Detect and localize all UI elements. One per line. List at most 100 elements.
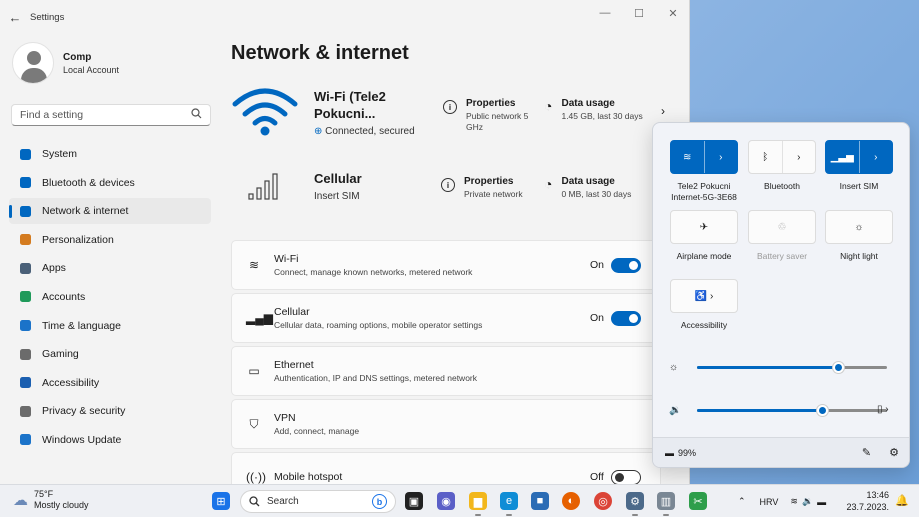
wifi-toggle[interactable] [611, 257, 641, 273]
bing-icon[interactable]: b [372, 494, 387, 509]
bluetooth-quick-tile[interactable]: ᛒ › [748, 140, 816, 174]
wifi-data-usage[interactable]: ◔ Data usage 1.45 GB, last 30 days [544, 98, 643, 122]
clock[interactable]: 13:46 23.7.2023. [846, 489, 889, 513]
task-view-icon[interactable]: ▣ [405, 492, 423, 510]
chevron-up-icon[interactable]: ⌃ [738, 496, 746, 507]
bluetooth-icon [18, 176, 32, 190]
temperature: 75°F [34, 489, 54, 499]
volume-tray-icon[interactable]: 🔉 [802, 496, 813, 507]
wifi-quick-tile[interactable]: ≋ › [670, 140, 738, 174]
sidebar-item-system[interactable]: System [9, 141, 211, 167]
bluetooth-tile-label: Bluetooth [764, 181, 800, 191]
cellular-icon[interactable]: ▁▃▅ [826, 141, 859, 173]
close-button[interactable]: ✕ [656, 0, 689, 26]
sidebar-item-time-language[interactable]: Time & language [9, 313, 211, 339]
minimize-button[interactable]: — [588, 0, 622, 26]
info-icon: i [441, 178, 455, 192]
sidebar-item-accessibility[interactable]: Accessibility [9, 370, 211, 396]
airplane-mode-tile[interactable]: ✈ [670, 210, 738, 244]
network-icon [18, 204, 32, 218]
wifi-network-name: Wi-Fi (Tele2 Pokucni... [314, 89, 386, 121]
edit-icon[interactable]: ✎ [862, 446, 871, 459]
network-tray-icon[interactable]: ≋ [790, 496, 798, 507]
hotspot-state: Off [590, 471, 604, 483]
snipping-app-icon[interactable]: ✂ [689, 492, 707, 510]
cellular-data-usage[interactable]: ◔ Data usage 0 MB, last 30 days [544, 176, 631, 200]
sidebar-item-bluetooth-devices[interactable]: Bluetooth & devices [9, 170, 211, 196]
volume-knob[interactable] [817, 404, 829, 416]
wifi-card[interactable]: ≋ Wi-Fi Connect, manage known networks, m… [231, 240, 661, 290]
accessibility-tile-label: Accessibility [680, 320, 728, 330]
cellular-toggle[interactable] [611, 310, 641, 326]
sidebar-item-privacy-security[interactable]: Privacy & security [9, 398, 211, 424]
file-explorer-icon[interactable]: ▆ [469, 492, 487, 516]
notification-bell-icon[interactable]: 🔔 [895, 494, 909, 507]
night-light-icon: ☼ [854, 221, 864, 233]
chevron-right-icon[interactable]: › [781, 141, 816, 173]
chevron-right-icon[interactable]: › [703, 141, 738, 173]
cellular-tile-label: Insert SIM [839, 181, 879, 191]
cellular-status: Insert SIM [314, 191, 360, 202]
night-light-tile[interactable]: ☼ [825, 210, 893, 244]
firefox-icon[interactable]: ◐ [562, 492, 580, 510]
title-bar: ← Settings — ☐ ✕ [0, 0, 689, 34]
settings-app-icon[interactable]: ⚙ [626, 492, 644, 516]
accessibility-icon [18, 376, 32, 390]
maximize-button[interactable]: ☐ [622, 0, 656, 26]
ethernet-card[interactable]: ▭ Ethernet Authentication, IP and DNS set… [231, 346, 661, 396]
audio-output-icon[interactable]: ▯ › [877, 404, 889, 415]
back-button[interactable]: ← [0, 10, 30, 25]
brightness-knob[interactable] [832, 361, 844, 373]
page-title: Network & internet [231, 42, 409, 64]
mobile-hotspot-card[interactable]: ((·)) Mobile hotspot Off [231, 452, 661, 484]
hotspot-toggle[interactable] [611, 469, 641, 484]
sidebar-item-windows-update[interactable]: Windows Update [9, 427, 211, 453]
sidebar-item-label: System [42, 148, 78, 160]
battery-saver-tile[interactable]: ♲ [748, 210, 816, 244]
sidebar-item-network-internet[interactable]: Network & internet [9, 198, 211, 225]
cellular-card[interactable]: ▂▄▆ Cellular Cellular data, roaming optio… [231, 293, 661, 343]
gamepad-icon [18, 347, 32, 361]
chrome-icon[interactable]: ◎ [594, 492, 612, 510]
sidebar-item-personalization[interactable]: Personalization [9, 227, 211, 253]
accessibility-tile[interactable]: ♿ › [670, 279, 738, 313]
search-input[interactable] [20, 109, 191, 121]
taskbar-search[interactable]: Search b [240, 490, 396, 513]
settings-search[interactable] [11, 104, 211, 126]
user-profile[interactable]: Comp Local Account [12, 42, 119, 84]
cellular-quick-tile[interactable]: ▁▃▅ › [825, 140, 893, 174]
wifi-properties[interactable]: i Properties Public network 5 GHz [443, 98, 532, 133]
start-icon[interactable]: ⊞ [212, 492, 230, 510]
sidebar-item-apps[interactable]: Apps [9, 255, 211, 281]
app-window-icon[interactable]: ▥ [657, 492, 675, 516]
brightness-slider[interactable]: ☼ [669, 360, 887, 374]
chevron-right-icon[interactable]: › [661, 104, 665, 118]
cellular-state: On [590, 312, 605, 324]
settings-gear-icon[interactable]: ⚙ [889, 446, 899, 459]
time: 13:46 [866, 490, 889, 500]
wifi-icon[interactable]: ≋ [671, 141, 704, 173]
cellular-large-icon [248, 173, 278, 200]
chevron-right-icon[interactable]: › [858, 141, 893, 173]
sidebar-item-label: Personalization [42, 233, 114, 246]
window-title: Settings [30, 11, 65, 23]
battery-tray-icon[interactable]: ▬ [817, 497, 826, 507]
battery-percent: 99% [678, 447, 697, 458]
teams-chat-icon[interactable]: ◉ [437, 492, 455, 510]
weather-widget[interactable]: ☁ 75°F Mostly cloudy [13, 489, 89, 511]
date: 23.7.2023. [846, 502, 889, 512]
sidebar-item-accounts[interactable]: Accounts [9, 284, 211, 310]
sidebar-item-label: Accounts [42, 290, 86, 303]
edge-icon[interactable]: e [500, 492, 518, 516]
battery-saver-icon: ♲ [777, 221, 787, 233]
volume-slider[interactable]: 🔉 [669, 403, 887, 417]
sidebar-item-gaming[interactable]: Gaming [9, 341, 211, 367]
language-indicator[interactable]: HRV [760, 497, 779, 507]
wifi-large-icon [232, 88, 298, 136]
sidebar-item-label: Windows Update [42, 433, 122, 446]
bluetooth-icon[interactable]: ᛒ [749, 141, 782, 173]
user-name: Comp [63, 51, 92, 63]
store-icon[interactable]: ■ [531, 492, 549, 510]
cellular-properties[interactable]: i Properties Private network [441, 176, 523, 200]
vpn-card[interactable]: ⛉ VPN Add, connect, manage [231, 399, 661, 449]
